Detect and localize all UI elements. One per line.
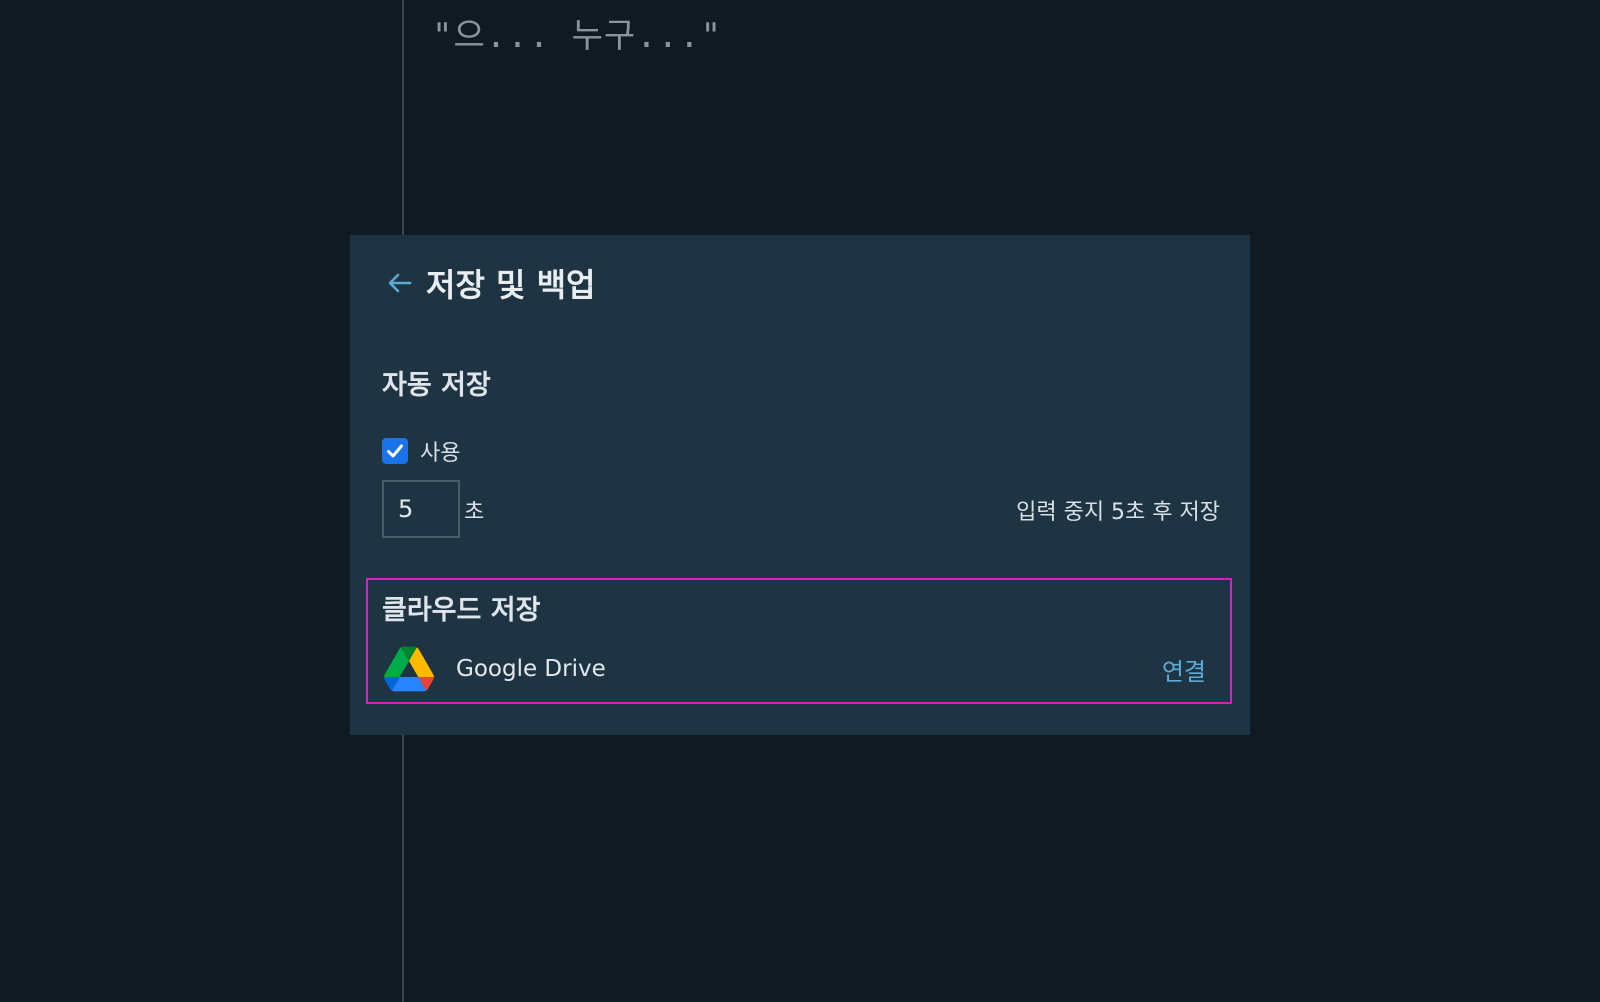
autosave-hint-text: 입력 중지 5초 후 저장 — [1016, 500, 1220, 525]
cloud-storage-heading: 클라우드 저장 — [382, 595, 541, 626]
checkmark-icon — [387, 444, 403, 458]
google-drive-label: Google Drive — [456, 656, 606, 682]
app-window: "으... 누구..." 저장 및 백업 자동 저장 사용 초 입력 중지 5초… — [0, 0, 1600, 1002]
storage-backup-panel: 저장 및 백업 자동 저장 사용 초 입력 중지 5초 후 저장 클라우드 저장 — [350, 235, 1250, 735]
autosave-delay-row: 초 입력 중지 5초 후 저장 — [382, 480, 1220, 540]
google-drive-icon — [384, 646, 434, 692]
arrow-left-icon — [388, 273, 412, 293]
google-drive-row: Google Drive 연결 — [382, 646, 1206, 696]
back-button[interactable] — [380, 263, 420, 303]
editor-text-line[interactable]: "으... 누구..." — [432, 8, 722, 57]
autosave-enable-checkbox[interactable] — [382, 438, 408, 464]
autosave-enable-row[interactable]: 사용 — [382, 435, 460, 467]
autosave-enable-label: 사용 — [420, 441, 461, 466]
google-drive-connect-button[interactable]: 연결 — [1162, 652, 1206, 687]
autosave-seconds-input[interactable] — [382, 480, 460, 538]
cloud-storage-section: 클라우드 저장 Google Drive 연결 — [366, 578, 1232, 704]
panel-header: 저장 및 백업 — [380, 257, 595, 309]
panel-title: 저장 및 백업 — [426, 266, 596, 304]
autosave-heading: 자동 저장 — [382, 370, 491, 401]
seconds-unit-label: 초 — [464, 500, 485, 525]
